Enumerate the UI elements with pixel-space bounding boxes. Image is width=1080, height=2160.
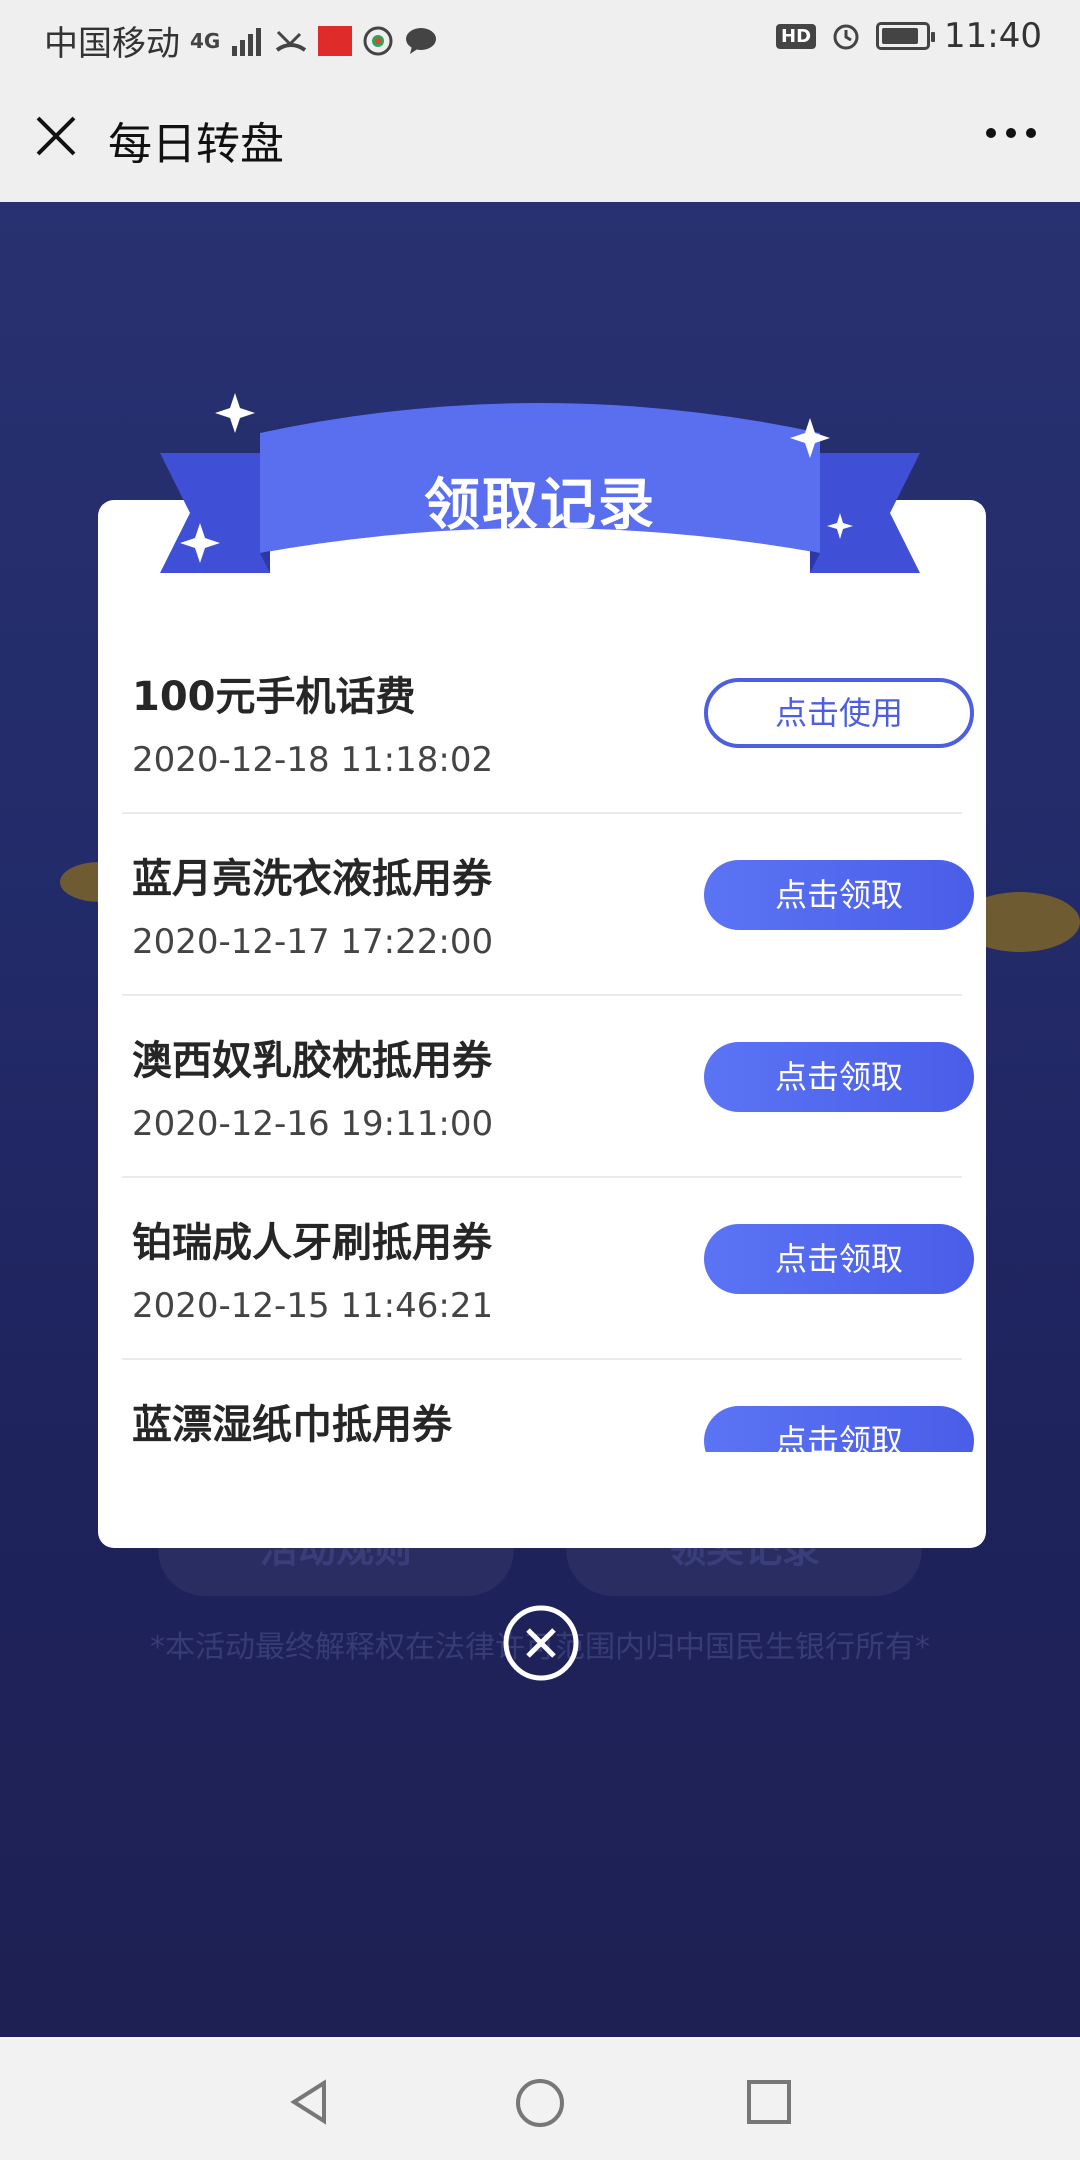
recent-square-icon[interactable] <box>744 2077 794 2127</box>
app-notification-icon <box>318 25 353 56</box>
network-type: 4G <box>190 28 221 53</box>
record-time: 2020-12-16 19:11:00 <box>132 1104 494 1144</box>
record-row: 蓝漂湿纸巾抵用券 点击领取 <box>122 1360 974 1452</box>
modal-title: 领取记录 <box>424 473 656 538</box>
close-circle-icon[interactable] <box>502 1604 580 1682</box>
record-name: 100元手机话费 <box>132 674 416 720</box>
more-icon[interactable] <box>986 128 1036 138</box>
record-row: 蓝月亮洗衣液抵用券 2020-12-17 17:22:00 点击领取 <box>122 814 974 996</box>
hd-badge: HD <box>776 23 817 49</box>
back-triangle-icon[interactable] <box>284 2077 334 2127</box>
record-row: 100元手机话费 2020-12-18 11:18:02 点击使用 <box>122 632 974 814</box>
navigation-bar <box>0 2037 1080 2160</box>
record-name: 蓝漂湿纸巾抵用券 <box>132 1402 452 1448</box>
clock: 11:40 <box>944 16 1042 56</box>
use-button[interactable]: 点击使用 <box>704 678 974 748</box>
missed-call-icon <box>276 30 307 52</box>
alarm-icon <box>833 24 859 50</box>
claim-button[interactable]: 点击领取 <box>704 1042 974 1112</box>
record-row: 铂瑞成人牙刷抵用券 2020-12-15 11:46:21 点击领取 <box>122 1178 974 1360</box>
message-icon <box>406 27 437 54</box>
title-bar: 每日转盘 <box>0 72 1080 202</box>
record-time: 2020-12-18 11:18:02 <box>132 740 494 780</box>
record-time: 2020-12-15 11:46:21 <box>132 1286 494 1326</box>
record-name: 蓝月亮洗衣液抵用券 <box>132 856 492 902</box>
signal-icon <box>232 27 262 56</box>
record-time: 2020-12-17 17:22:00 <box>132 922 494 962</box>
record-row: 澳西奴乳胶枕抵用券 2020-12-16 19:11:00 点击领取 <box>122 996 974 1178</box>
claim-button[interactable]: 点击领取 <box>704 1406 974 1452</box>
claim-button[interactable]: 点击领取 <box>704 860 974 930</box>
claim-button[interactable]: 点击领取 <box>704 1224 974 1294</box>
page-title: 每日转盘 <box>108 119 284 170</box>
battery-icon <box>876 22 936 50</box>
record-name: 铂瑞成人牙刷抵用券 <box>132 1220 492 1266</box>
carrier-label: 中国移动 <box>44 24 180 64</box>
record-name: 澳西奴乳胶枕抵用券 <box>132 1038 492 1084</box>
browser-icon <box>363 26 393 55</box>
status-bar: 中国移动 4G HD 11:40 <box>0 0 1080 72</box>
home-circle-icon[interactable] <box>514 2077 566 2129</box>
records-modal: 100元手机话费 2020-12-18 11:18:02 点击使用蓝月亮洗衣液抵用券… <box>98 500 986 1548</box>
close-icon[interactable] <box>34 114 78 158</box>
records-list[interactable]: 100元手机话费 2020-12-18 11:18:02 点击使用蓝月亮洗衣液抵用券… <box>98 632 986 1452</box>
